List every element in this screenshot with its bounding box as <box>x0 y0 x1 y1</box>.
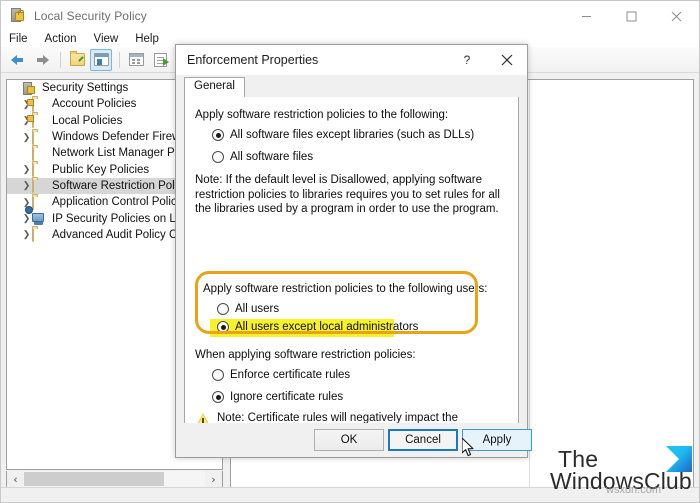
folder-locked-icon <box>32 97 47 112</box>
ip-security-icon <box>25 206 47 226</box>
radio-all-users[interactable]: All users <box>217 303 279 315</box>
security-settings-icon <box>22 81 37 95</box>
chevron-right-icon[interactable]: ❯ <box>21 165 32 174</box>
radio-indicator[interactable] <box>217 321 229 333</box>
toolbar-separator <box>119 51 120 68</box>
tabstrip: General <box>184 77 519 98</box>
cancel-button[interactable]: Cancel <box>388 429 458 451</box>
tree-item-label: Local Policies <box>52 114 123 127</box>
folder-up-icon <box>69 51 85 66</box>
group3-label: When applying software restriction polic… <box>195 349 416 361</box>
dialog-body: General Apply software restriction polic… <box>176 75 532 457</box>
radio-label: All users except local administrators <box>235 321 419 333</box>
menu-action[interactable]: Action <box>45 33 86 45</box>
enforcement-properties-dialog: Enforcement Properties ? General Apply s… <box>175 44 532 458</box>
properties-icon <box>128 53 144 66</box>
radio-label: Ignore certificate rules <box>230 391 344 403</box>
toolbar-separator <box>60 51 61 68</box>
menu-file[interactable]: File <box>9 33 37 45</box>
folder-icon <box>32 163 47 178</box>
radio-indicator[interactable] <box>212 129 224 141</box>
tree-item-label: Network List Manager Polic <box>52 147 192 160</box>
tree-item-label: Application Control Policies <box>52 196 192 209</box>
folder-icon <box>32 146 47 161</box>
ok-button[interactable]: OK <box>314 429 384 451</box>
chevron-right-icon[interactable]: ❯ <box>21 181 32 190</box>
menu-view[interactable]: View <box>94 33 128 45</box>
statusbar <box>1 487 699 502</box>
forward-button[interactable] <box>31 49 53 71</box>
radio-label: All software files <box>230 151 314 163</box>
tree-item-label: Security Settings <box>42 82 129 95</box>
console-tree-icon <box>93 53 109 66</box>
apply-button[interactable]: Apply <box>462 429 532 451</box>
radio-ignore-certificate-rules[interactable]: Ignore certificate rules <box>212 391 343 403</box>
main-titlebar: Local Security Policy <box>1 1 699 31</box>
minimize-icon[interactable] <box>564 1 609 31</box>
group1-label: Apply software restriction policies to t… <box>195 109 449 121</box>
chevron-right-icon[interactable]: ❯ <box>21 214 32 223</box>
export-list-icon <box>153 52 169 67</box>
screenshot-root: Local Security Policy File Action View H… <box>0 0 700 503</box>
radio-indicator[interactable] <box>212 369 224 381</box>
window-controls <box>564 1 699 31</box>
radio-enforce-certificate-rules[interactable]: Enforce certificate rules <box>212 369 350 381</box>
tree-item-label: Public Key Policies <box>52 163 150 176</box>
radio-label: Enforce certificate rules <box>230 369 351 381</box>
scroll-right-icon[interactable]: › <box>205 471 222 487</box>
folder-icon <box>32 195 47 210</box>
properties-button[interactable] <box>125 49 147 71</box>
back-button[interactable] <box>7 49 29 71</box>
radio-label: All software files except libraries (suc… <box>230 129 475 141</box>
group2-label: Apply software restriction policies to t… <box>203 283 488 295</box>
chevron-right-icon[interactable]: ❯ <box>21 132 32 142</box>
tree-item-label: Account Policies <box>52 98 137 111</box>
export-list-button[interactable] <box>149 49 171 71</box>
security-policy-icon <box>10 8 26 24</box>
dialog-button-bar: OK Cancel Apply <box>176 423 532 457</box>
scroll-thumb[interactable] <box>24 472 164 486</box>
scroll-left-icon[interactable]: ‹ <box>7 471 24 487</box>
tree-item-label: IP Security Policies on Loca <box>52 212 195 225</box>
maximize-icon[interactable] <box>609 1 654 31</box>
radio-label: All users <box>235 303 280 315</box>
radio-indicator[interactable] <box>212 151 224 163</box>
tab-page-general: Apply software restriction policies to t… <box>184 97 519 455</box>
tree-horizontal-scrollbar[interactable]: ‹ › <box>6 471 223 488</box>
tab-general[interactable]: General <box>184 77 245 98</box>
chevron-right-icon[interactable]: ❯ <box>21 230 32 239</box>
radio-indicator[interactable] <box>217 303 229 315</box>
arrow-right-icon <box>34 53 50 67</box>
scroll-track[interactable] <box>24 471 205 487</box>
folder-icon <box>32 130 47 145</box>
up-folder-button[interactable] <box>66 49 88 71</box>
folder-icon <box>32 228 47 243</box>
menu-help[interactable]: Help <box>135 33 168 45</box>
pane-divider <box>529 80 530 487</box>
window-title: Local Security Policy <box>34 9 147 23</box>
tree-item-label: Software Restriction Policie <box>52 179 192 192</box>
dialog-controls: ? <box>447 45 527 75</box>
folder-icon <box>32 179 47 194</box>
folder-locked-icon <box>32 114 47 129</box>
tree-item-label: Windows Defender Firewall <box>52 131 192 144</box>
tree-item-label: Advanced Audit Policy Con <box>52 228 191 241</box>
dialog-title: Enforcement Properties <box>187 53 319 67</box>
dialog-titlebar: Enforcement Properties ? <box>176 45 527 75</box>
arrow-left-icon <box>10 53 26 67</box>
dialog-help-icon[interactable]: ? <box>447 45 487 75</box>
radio-all-software-files-except-libraries[interactable]: All software files except libraries (suc… <box>212 129 474 141</box>
radio-all-software-files[interactable]: All software files <box>212 151 313 163</box>
radio-all-users-except-local-administrators[interactable]: All users except local administrators <box>217 321 418 333</box>
close-icon[interactable] <box>654 1 699 31</box>
group1-note: Note: If the default level is Disallowed… <box>195 174 500 215</box>
dialog-close-icon[interactable] <box>487 45 527 75</box>
show-hide-console-tree-button[interactable] <box>90 48 112 71</box>
radio-indicator[interactable] <box>212 391 224 403</box>
